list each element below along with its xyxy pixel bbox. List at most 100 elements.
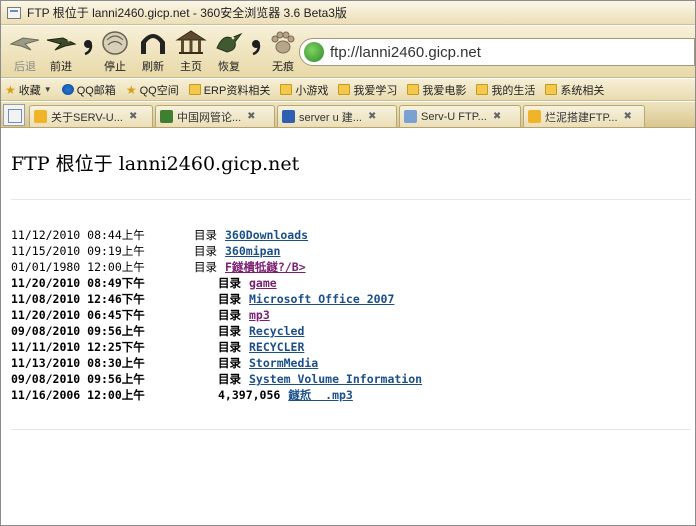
title-bar: FTP 根位于 lanni2460.gicp.net - 360安全浏览器 3.… [1,1,695,25]
bookmark-label: QQ空间 [139,84,179,97]
directory-entry: 11/12/2010 08:44上午 目录 360Downloads [11,227,422,243]
forward-button[interactable]: 前进 [41,28,81,76]
star-icon: ★ [5,82,16,97]
directory-entry: 11/11/2010 12:25下午 目录 RECYCLER [11,339,422,355]
entry-type-or-size: 目录 [194,244,217,258]
entry-link[interactable]: Microsoft Office 2007 [249,291,394,307]
bookmark-item[interactable]: ★ QQ空间 [126,82,179,98]
entry-link[interactable]: 360Downloads [225,227,308,243]
folder-icon [280,84,293,95]
bookmark-item[interactable]: 我的生活 [476,82,535,98]
entry-link[interactable]: 鐩焎 .mp3 [288,387,353,403]
entry-link[interactable]: 360mipan [225,243,280,259]
entry-link[interactable]: Recycled [249,323,304,339]
folder-icon [338,84,351,95]
directory-entry: 01/01/1980 12:00上午 目录 F鐩樻牴鐩?/B> [11,259,422,275]
bookmark-item[interactable]: ERP资料相关 [188,82,271,98]
entry-date: 01/01/1980 12:00上午 [11,260,145,274]
refresh-label: 刷新 [142,61,164,73]
directory-entry: 11/20/2010 06:45下午 目录 mp3 [11,307,422,323]
entry-type-or-size: 目录 [194,228,217,242]
browser-tab[interactable]: 烂泥搭建FTP... ✖ [523,105,645,127]
entry-link[interactable]: F鐩樻牴鐩?/B> [225,259,306,275]
bookmark-item[interactable]: 小游戏 [280,82,328,98]
directory-entry: 11/08/2010 12:46下午 目录 Microsoft Office 200… [11,291,422,307]
close-tab-icon[interactable]: ✖ [247,111,255,122]
entry-link[interactable]: RECYCLER [249,339,304,355]
home-button[interactable]: 主页 [171,28,211,76]
directory-entry: 11/13/2010 08:30上午 目录 StormMedia [11,355,422,371]
bookmark-item[interactable]: 我爱电影 [407,82,466,98]
qq-icon [61,84,74,95]
directory-entry: 11/20/2010 08:49下午 目录 game [11,275,422,291]
browser-tab[interactable]: Serv-U FTP... ✖ [399,105,521,127]
folder-icon [407,84,420,95]
back-label: 后退 [14,61,36,73]
browser-tab[interactable]: 关于SERV-U... ✖ [29,105,153,127]
window-title: FTP 根位于 lanni2460.gicp.net - 360安全浏览器 3.… [27,6,347,20]
bookmark-label: 小游戏 [295,84,329,97]
entry-link[interactable]: System Volume Information [249,371,422,387]
tab-label: Serv-U FTP... [421,110,487,123]
chevron-down-icon: ▼ [43,85,52,94]
folder-icon [545,84,558,95]
incognito-label: 无痕 [272,61,294,73]
close-tab-icon[interactable]: ✖ [368,111,376,122]
back-bird-icon [9,37,40,51]
bookmark-label: ERP资料相关 [203,84,271,97]
close-tab-icon[interactable]: ✖ [129,111,137,122]
entry-type-or-size: 目录 [218,372,241,386]
back-button[interactable]: 后退 [5,28,45,76]
page-icon [404,110,417,123]
incognito-button[interactable]: 无痕 [263,28,303,76]
entry-type-or-size: 目录 [218,340,241,354]
ftp-directory-listing: 11/12/2010 08:44上午 目录 360Downloads 11/15/20… [11,227,422,403]
refresh-button[interactable]: 刷新 [133,28,173,76]
tab-bar: 关于SERV-U... ✖ 中国网管论... ✖ server u 建... ✖ Serv-… [1,102,695,128]
bookmark-label: 系统相关 [560,84,605,97]
entry-date: 09/08/2010 09:56上午 [11,324,145,338]
green-page-icon [160,110,173,123]
folder-icon [476,84,489,95]
bookmark-item[interactable]: QQ邮箱 [61,82,116,98]
lightbulb-icon [34,110,47,123]
entry-date: 11/15/2010 09:19上午 [11,244,145,258]
entry-date: 11/13/2010 08:30上午 [11,356,145,370]
bookmark-label: 我的生活 [491,84,536,97]
entry-type-or-size: 目录 [218,292,241,306]
tab-label: 烂泥搭建FTP... [545,111,618,124]
restore-bird-icon [216,32,243,53]
bookmarks-bar: ★ 收藏 ▼ QQ邮箱 ★ QQ空间 ERP资料相关 小游戏 我爱学习 我爱电影 我的生活 系统相关 [1,79,695,101]
paw-print-icon [271,31,295,54]
entry-link[interactable]: mp3 [249,307,270,323]
bookmark-label: 我爱学习 [353,84,398,97]
entry-link[interactable]: StormMedia [249,355,318,371]
browser-tab[interactable]: server u 建... ✖ [277,105,397,127]
address-text[interactable]: ftp://lanni2460.gicp.net [330,44,481,61]
tab-label: server u 建... [299,111,362,124]
lightbulb-icon [528,110,541,123]
bookmark-label: 我爱电影 [422,84,467,97]
home-label: 主页 [180,61,202,73]
tab-overview-icon[interactable] [3,103,25,126]
close-tab-icon[interactable]: ✖ [493,111,501,122]
forward-label: 前进 [50,61,72,73]
bookmark-item[interactable]: 我爱学习 [338,82,397,98]
entry-link[interactable]: game [249,275,277,291]
entry-date: 11/11/2010 12:25下午 [11,340,145,354]
entry-date: 11/20/2010 06:45下午 [11,308,145,322]
entry-date: 11/20/2010 08:49下午 [11,276,145,290]
entry-date: 11/16/2006 12:00上午 [11,388,145,402]
tab-label: 中国网管论... [177,111,242,124]
folder-icon [188,84,201,95]
bookmark-item[interactable]: ★ 收藏 ▼ [5,82,52,98]
browser-tab[interactable]: 中国网管论... ✖ [155,105,275,127]
close-tab-icon[interactable]: ✖ [624,111,632,122]
entry-type-or-size: 目录 [218,276,241,290]
stop-button[interactable]: 停止 [95,28,135,76]
restore-button[interactable]: 恢复 [209,28,249,76]
entry-type-or-size: 目录 [218,356,241,370]
address-bar[interactable]: ftp://lanni2460.gicp.net [299,38,695,66]
star-icon: ★ [125,82,137,97]
bookmark-item[interactable]: 系统相关 [545,82,604,98]
